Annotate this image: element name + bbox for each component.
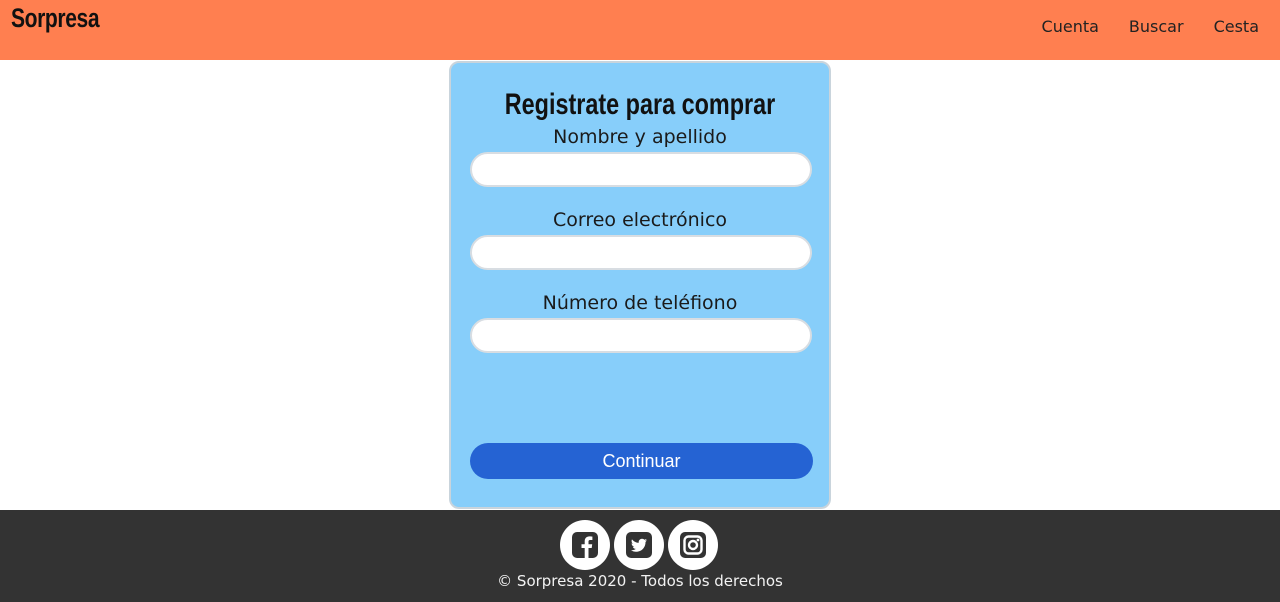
- twitter-icon: [626, 532, 652, 558]
- twitter-link[interactable]: [614, 520, 664, 570]
- name-field-label: Nombre y apellido: [553, 126, 727, 148]
- email-input[interactable]: [470, 235, 812, 270]
- main-nav: Cuenta Buscar Cesta: [1012, 17, 1259, 36]
- facebook-link[interactable]: [560, 520, 610, 570]
- instagram-link[interactable]: [668, 520, 718, 570]
- name-input[interactable]: [470, 152, 812, 187]
- copyright-text: © Sorpresa 2020 - Todos los derechos: [497, 572, 783, 590]
- form-title: Registrate para comprar: [504, 88, 776, 121]
- continue-button[interactable]: Continuar: [470, 443, 813, 479]
- social-links: [560, 520, 722, 570]
- email-field-label: Correo electrónico: [552, 209, 728, 231]
- facebook-icon: [572, 532, 598, 558]
- phone-input[interactable]: [470, 318, 812, 353]
- nav-link-cesta[interactable]: Cesta: [1214, 17, 1259, 36]
- instagram-icon: [680, 532, 706, 558]
- site-logo[interactable]: Sorpresa: [11, 3, 100, 34]
- site-footer: © Sorpresa 2020 - Todos los derechos: [0, 510, 1280, 602]
- phone-field-label: Número de teléfiono: [542, 292, 738, 314]
- site-header: Sorpresa Cuenta Buscar Cesta: [0, 0, 1280, 60]
- nav-link-cuenta[interactable]: Cuenta: [1042, 17, 1099, 36]
- nav-link-buscar[interactable]: Buscar: [1129, 17, 1184, 36]
- registration-card: Registrate para comprar Nombre y apellid…: [449, 61, 831, 509]
